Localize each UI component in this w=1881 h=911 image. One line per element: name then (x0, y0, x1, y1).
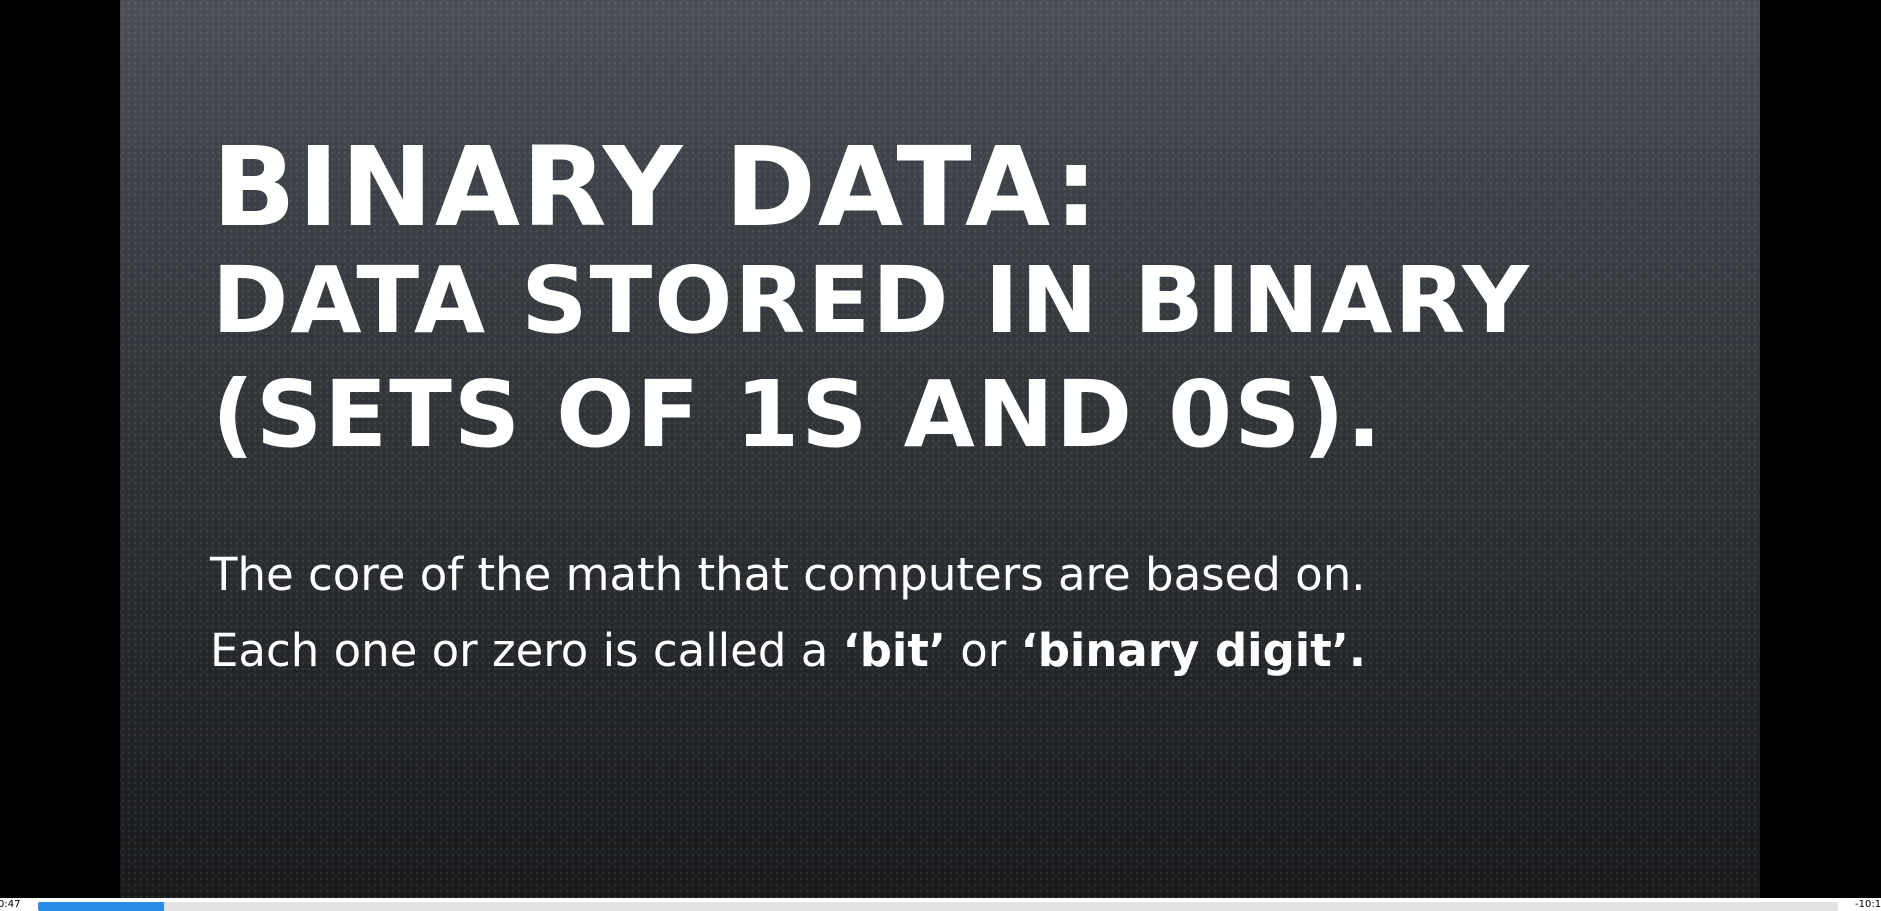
body-line-2: Each one or zero is called a ‘bit’ or ‘b… (210, 621, 1660, 697)
slide-body: The core of the math that computers are … (210, 545, 1660, 697)
video-player: BINARY DATA: DATA STORED IN BINARY (SETS… (0, 0, 1881, 911)
body-line-1: The core of the math that computers are … (210, 548, 1366, 601)
elapsed-time: 0:47 (0, 899, 21, 910)
term-binary-digit: ‘binary digit’. (1020, 624, 1366, 677)
term-bit: ‘bit’ (842, 624, 946, 677)
progress-bar[interactable] (38, 902, 1838, 911)
title-line-2: DATA STORED IN BINARY (212, 247, 1531, 354)
title-line-1: BINARY DATA: (212, 123, 1101, 251)
slide-title: BINARY DATA: DATA STORED IN BINARY (SETS… (212, 130, 1712, 472)
body-line-2-middle: or (945, 624, 1021, 677)
presentation-slide: BINARY DATA: DATA STORED IN BINARY (SETS… (120, 0, 1760, 898)
progress-fill (38, 902, 164, 911)
body-line-2-prefix: Each one or zero is called a (210, 624, 843, 677)
player-controls: 0:47 -10:1 (0, 898, 1881, 911)
title-line-3: (SETS OF 1s AND 0s). (212, 361, 1384, 468)
remaining-time: -10:1 (1855, 899, 1881, 910)
